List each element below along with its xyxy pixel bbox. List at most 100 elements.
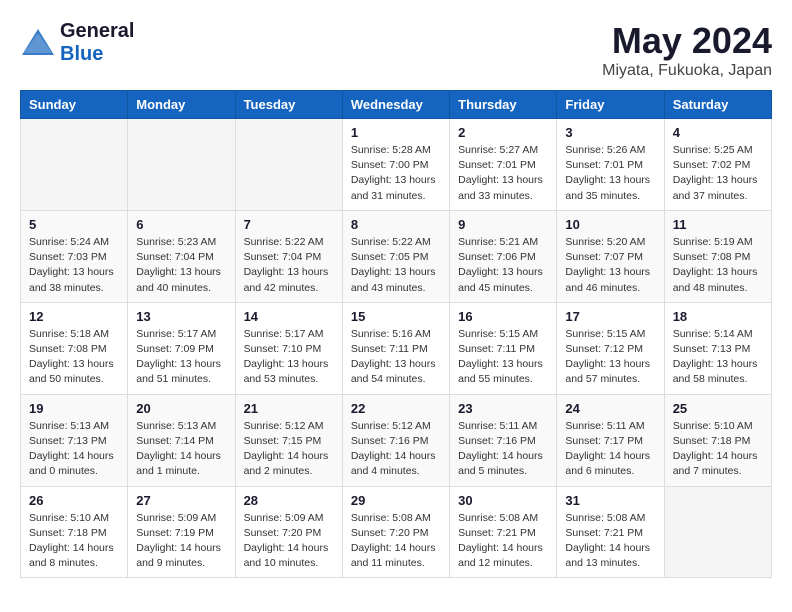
day-number: 23 (458, 401, 548, 416)
weekday-header-wednesday: Wednesday (342, 91, 449, 119)
day-number: 28 (244, 493, 334, 508)
day-number: 21 (244, 401, 334, 416)
day-info: Sunrise: 5:14 AM Sunset: 7:13 PM Dayligh… (673, 327, 763, 388)
calendar-week-row: 26Sunrise: 5:10 AM Sunset: 7:18 PM Dayli… (21, 486, 772, 578)
day-number: 2 (458, 125, 548, 140)
day-number: 27 (136, 493, 226, 508)
day-number: 17 (565, 309, 655, 324)
calendar-cell: 1 Sunrise: 5:28 AM Sunset: 7:00 PM Daylig… (342, 119, 449, 211)
calendar-cell: 30Sunrise: 5:08 AM Sunset: 7:21 PM Dayli… (450, 486, 557, 578)
day-number: 12 (29, 309, 119, 324)
day-info: Sunrise: 5:17 AM Sunset: 7:09 PM Dayligh… (136, 327, 226, 388)
calendar-cell: 15 Sunrise: 5:16 AM Sunset: 7:11 PM Dayli… (342, 302, 449, 394)
calendar-cell: 31 Sunrise: 5:08 AM Sunset: 7:21 PM Dayli… (557, 486, 664, 578)
day-info: Sunrise: 5:28 AM Sunset: 7:00 PM Dayligh… (351, 143, 441, 204)
calendar-cell: 28 Sunrise: 5:09 AM Sunset: 7:20 PM Dayli… (235, 486, 342, 578)
calendar-week-row: 1 Sunrise: 5:28 AM Sunset: 7:00 PM Daylig… (21, 119, 772, 211)
day-info: Sunrise: 5:22 AM Sunset: 7:05 PM Dayligh… (351, 235, 441, 296)
logo-icon (20, 25, 56, 61)
day-number: 10 (565, 217, 655, 232)
calendar-cell: 20 Sunrise: 5:13 AM Sunset: 7:14 PM Dayli… (128, 394, 235, 486)
day-info: Sunrise: 5:08 AM Sunset: 7:20 PM Dayligh… (351, 511, 441, 572)
calendar-week-row: 12 Sunrise: 5:18 AM Sunset: 7:08 PM Dayli… (21, 302, 772, 394)
title-block: May 2024 Miyata, Fukuoka, Japan (602, 20, 772, 80)
day-info: Sunrise: 5:25 AM Sunset: 7:02 PM Dayligh… (673, 143, 763, 204)
calendar-cell: 12 Sunrise: 5:18 AM Sunset: 7:08 PM Dayli… (21, 302, 128, 394)
weekday-header-friday: Friday (557, 91, 664, 119)
day-number: 24 (565, 401, 655, 416)
day-number: 1 (351, 125, 441, 140)
calendar-cell: 6 Sunrise: 5:23 AM Sunset: 7:04 PM Daylig… (128, 210, 235, 302)
day-info: Sunrise: 5:09 AM Sunset: 7:20 PM Dayligh… (244, 511, 334, 572)
day-number: 11 (673, 217, 763, 232)
day-info: Sunrise: 5:08 AM Sunset: 7:21 PM Dayligh… (565, 511, 655, 572)
day-info: Sunrise: 5:11 AM Sunset: 7:16 PM Dayligh… (458, 419, 548, 480)
day-info: Sunrise: 5:16 AM Sunset: 7:11 PM Dayligh… (351, 327, 441, 388)
day-info: Sunrise: 5:08 AM Sunset: 7:21 PM Dayligh… (458, 511, 548, 572)
day-number: 29 (351, 493, 441, 508)
calendar-cell: 22Sunrise: 5:12 AM Sunset: 7:16 PM Dayli… (342, 394, 449, 486)
calendar-week-row: 19 Sunrise: 5:13 AM Sunset: 7:13 PM Dayli… (21, 394, 772, 486)
page-header: General Blue May 2024 Miyata, Fukuoka, J… (20, 20, 772, 80)
day-number: 13 (136, 309, 226, 324)
calendar-cell (664, 486, 771, 578)
day-info: Sunrise: 5:19 AM Sunset: 7:08 PM Dayligh… (673, 235, 763, 296)
logo: General Blue (20, 20, 134, 66)
day-number: 4 (673, 125, 763, 140)
calendar-cell: 14 Sunrise: 5:17 AM Sunset: 7:10 PM Dayli… (235, 302, 342, 394)
day-number: 19 (29, 401, 119, 416)
day-info: Sunrise: 5:18 AM Sunset: 7:08 PM Dayligh… (29, 327, 119, 388)
day-info: Sunrise: 5:11 AM Sunset: 7:17 PM Dayligh… (565, 419, 655, 480)
day-number: 26 (29, 493, 119, 508)
day-info: Sunrise: 5:12 AM Sunset: 7:16 PM Dayligh… (351, 419, 441, 480)
calendar-cell: 29 Sunrise: 5:08 AM Sunset: 7:20 PM Dayli… (342, 486, 449, 578)
day-info: Sunrise: 5:27 AM Sunset: 7:01 PM Dayligh… (458, 143, 548, 204)
calendar-cell: 16Sunrise: 5:15 AM Sunset: 7:11 PM Dayli… (450, 302, 557, 394)
day-info: Sunrise: 5:20 AM Sunset: 7:07 PM Dayligh… (565, 235, 655, 296)
weekday-header-monday: Monday (128, 91, 235, 119)
day-info: Sunrise: 5:21 AM Sunset: 7:06 PM Dayligh… (458, 235, 548, 296)
calendar-cell: 27Sunrise: 5:09 AM Sunset: 7:19 PM Dayli… (128, 486, 235, 578)
calendar-cell: 8Sunrise: 5:22 AM Sunset: 7:05 PM Daylig… (342, 210, 449, 302)
calendar-cell (128, 119, 235, 211)
day-number: 5 (29, 217, 119, 232)
day-info: Sunrise: 5:13 AM Sunset: 7:14 PM Dayligh… (136, 419, 226, 480)
weekday-header-thursday: Thursday (450, 91, 557, 119)
day-info: Sunrise: 5:23 AM Sunset: 7:04 PM Dayligh… (136, 235, 226, 296)
day-number: 31 (565, 493, 655, 508)
calendar-cell: 13 Sunrise: 5:17 AM Sunset: 7:09 PM Dayli… (128, 302, 235, 394)
day-info: Sunrise: 5:15 AM Sunset: 7:12 PM Dayligh… (565, 327, 655, 388)
day-info: Sunrise: 5:22 AM Sunset: 7:04 PM Dayligh… (244, 235, 334, 296)
calendar-cell: 3Sunrise: 5:26 AM Sunset: 7:01 PM Daylig… (557, 119, 664, 211)
weekday-header-tuesday: Tuesday (235, 91, 342, 119)
calendar-cell: 10 Sunrise: 5:20 AM Sunset: 7:07 PM Dayli… (557, 210, 664, 302)
day-info: Sunrise: 5:10 AM Sunset: 7:18 PM Dayligh… (673, 419, 763, 480)
day-info: Sunrise: 5:24 AM Sunset: 7:03 PM Dayligh… (29, 235, 119, 296)
calendar-table: SundayMondayTuesdayWednesdayThursdayFrid… (20, 90, 772, 578)
calendar-cell: 5 Sunrise: 5:24 AM Sunset: 7:03 PM Daylig… (21, 210, 128, 302)
calendar-cell: 23 Sunrise: 5:11 AM Sunset: 7:16 PM Dayli… (450, 394, 557, 486)
location-title: Miyata, Fukuoka, Japan (602, 62, 772, 80)
day-number: 16 (458, 309, 548, 324)
calendar-cell (235, 119, 342, 211)
calendar-cell: 26Sunrise: 5:10 AM Sunset: 7:18 PM Dayli… (21, 486, 128, 578)
day-number: 14 (244, 309, 334, 324)
day-number: 6 (136, 217, 226, 232)
weekday-header-saturday: Saturday (664, 91, 771, 119)
day-number: 18 (673, 309, 763, 324)
calendar-week-row: 5 Sunrise: 5:24 AM Sunset: 7:03 PM Daylig… (21, 210, 772, 302)
day-info: Sunrise: 5:17 AM Sunset: 7:10 PM Dayligh… (244, 327, 334, 388)
day-number: 20 (136, 401, 226, 416)
weekday-header-sunday: Sunday (21, 91, 128, 119)
calendar-cell: 24 Sunrise: 5:11 AM Sunset: 7:17 PM Dayli… (557, 394, 664, 486)
month-title: May 2024 (602, 20, 772, 62)
day-number: 15 (351, 309, 441, 324)
calendar-cell (21, 119, 128, 211)
day-info: Sunrise: 5:26 AM Sunset: 7:01 PM Dayligh… (565, 143, 655, 204)
day-info: Sunrise: 5:13 AM Sunset: 7:13 PM Dayligh… (29, 419, 119, 480)
logo-text: General Blue (60, 20, 134, 66)
calendar-cell: 7Sunrise: 5:22 AM Sunset: 7:04 PM Daylig… (235, 210, 342, 302)
calendar-cell: 9Sunrise: 5:21 AM Sunset: 7:06 PM Daylig… (450, 210, 557, 302)
calendar-header-row: SundayMondayTuesdayWednesdayThursdayFrid… (21, 91, 772, 119)
calendar-cell: 11 Sunrise: 5:19 AM Sunset: 7:08 PM Dayli… (664, 210, 771, 302)
